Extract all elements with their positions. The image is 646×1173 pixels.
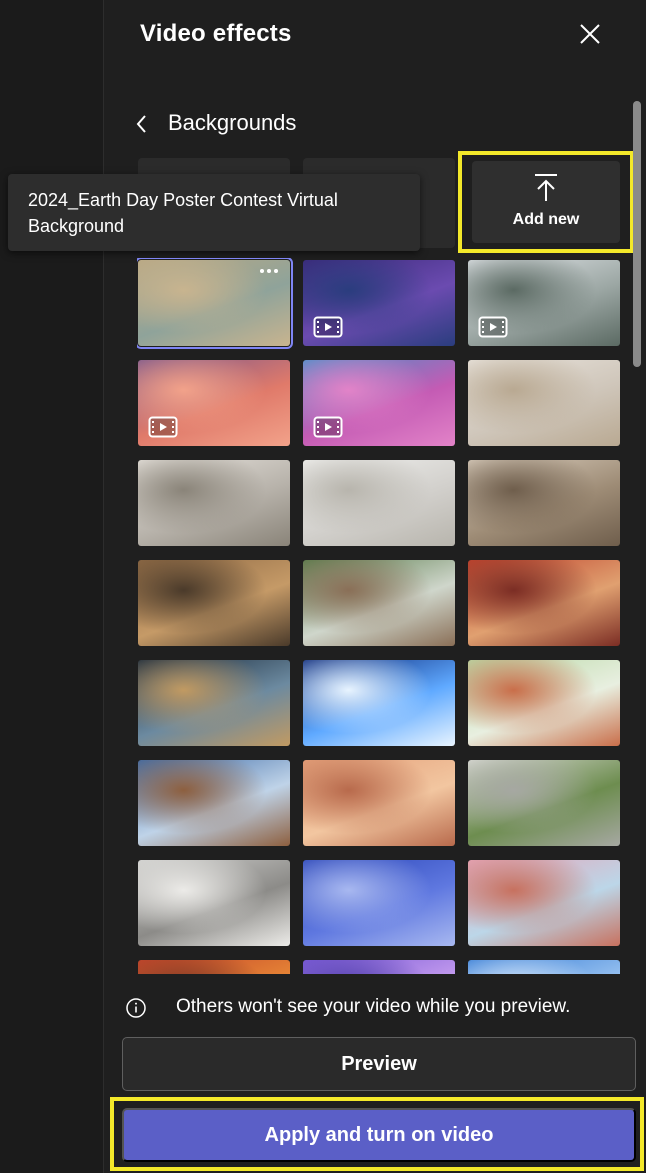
add-new-tile[interactable]: Add new bbox=[472, 161, 620, 243]
background-thumbnail-dining-room-fireplace[interactable] bbox=[138, 560, 290, 646]
panel-title: Video effects bbox=[140, 20, 292, 47]
apply-and-turn-on-video-button[interactable]: Apply and turn on video bbox=[122, 1108, 636, 1162]
background-thumbnail-blue-modern-lounge[interactable] bbox=[138, 760, 290, 846]
background-thumbnail-blue-window-room[interactable] bbox=[303, 860, 455, 946]
add-new-label: Add new bbox=[512, 211, 580, 228]
chevron-left-icon[interactable] bbox=[128, 106, 158, 142]
background-thumbnail-snowy-forest-clouds[interactable] bbox=[468, 260, 620, 346]
background-thumbnail-spaceship-light-burst[interactable] bbox=[303, 660, 455, 746]
info-text: Others won't see your video while you pr… bbox=[176, 996, 571, 1017]
more-options-icon[interactable] bbox=[258, 266, 280, 276]
video-icon bbox=[478, 316, 508, 338]
background-thumbnail-grey-arch-niche[interactable] bbox=[138, 860, 290, 946]
info-icon bbox=[126, 998, 146, 1018]
background-thumbnail-bright-living-room[interactable] bbox=[138, 460, 290, 546]
background-thumbnail-pink-tree-pillars[interactable] bbox=[468, 860, 620, 946]
upload-icon bbox=[535, 174, 557, 201]
background-thumbnail-blue-sky-partial[interactable] bbox=[468, 960, 620, 974]
background-thumbnail-autumn-leaves[interactable] bbox=[138, 960, 290, 974]
background-thumbnail-glass-atrium-garden[interactable] bbox=[303, 560, 455, 646]
background-thumbnail-circular-portal-forest[interactable] bbox=[468, 760, 620, 846]
background-thumbnail-pink-flowers-blue-sky[interactable] bbox=[303, 360, 455, 446]
background-tooltip: 2024_Earth Day Poster Contest Virtual Ba… bbox=[8, 174, 420, 251]
background-thumbnail-sunset-pink-clouds[interactable] bbox=[138, 360, 290, 446]
background-thumbnail-earth-day-poster-collage[interactable] bbox=[137, 258, 293, 349]
background-thumbnail-purple-mountain-lake[interactable] bbox=[303, 260, 455, 346]
background-thumbnail-space-crater-planet[interactable] bbox=[138, 660, 290, 746]
add-new-button[interactable]: Add new bbox=[458, 151, 634, 253]
video-icon bbox=[313, 316, 343, 338]
section-title-backgrounds: Backgrounds bbox=[168, 110, 297, 135]
background-thumbnail-minimal-white-room[interactable] bbox=[468, 360, 620, 446]
close-icon[interactable] bbox=[572, 16, 608, 52]
background-thumbnail-green-arch-corridor[interactable] bbox=[468, 660, 620, 746]
background-thumbnail-red-orange-room[interactable] bbox=[468, 560, 620, 646]
video-icon bbox=[148, 416, 178, 438]
backgrounds-grid bbox=[137, 258, 624, 974]
video-icon bbox=[313, 416, 343, 438]
scrollbar-thumb[interactable] bbox=[633, 101, 641, 367]
background-thumbnail-white-arched-hall[interactable] bbox=[303, 460, 455, 546]
background-thumbnail-cozy-lounge[interactable] bbox=[468, 460, 620, 546]
preview-button[interactable]: Preview bbox=[122, 1037, 636, 1091]
background-thumbnail-desert-arch[interactable] bbox=[303, 760, 455, 846]
background-thumbnail-purple-abstract[interactable] bbox=[303, 960, 455, 974]
